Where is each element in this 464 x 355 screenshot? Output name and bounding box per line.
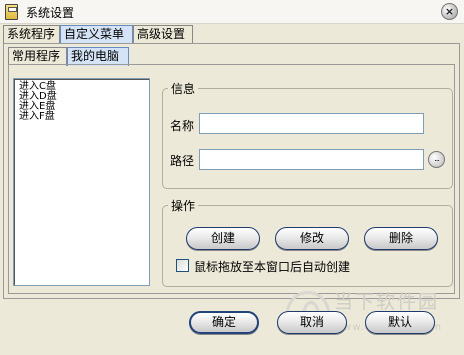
- delete-button[interactable]: 删除: [364, 227, 438, 250]
- auto-create-label: 鼠标拖放至本窗口后自动创建: [194, 260, 351, 274]
- browse-button[interactable]: ...: [428, 151, 445, 168]
- name-label: 名称: [170, 119, 195, 133]
- tab-system-programs[interactable]: 系统程序: [3, 25, 60, 44]
- list-item[interactable]: 进入F盘: [19, 112, 144, 122]
- path-label: 路径: [170, 154, 195, 168]
- close-button[interactable]: ×: [441, 3, 458, 20]
- window-title: 系统设置: [26, 6, 75, 20]
- default-button[interactable]: 默认: [365, 311, 435, 334]
- auto-create-checkbox[interactable]: [176, 259, 189, 272]
- title-bar: 系统设置 ×: [0, 0, 464, 24]
- watermark-text: 当下软件园: [334, 291, 440, 313]
- ok-button[interactable]: 确定: [189, 311, 259, 334]
- path-field[interactable]: [199, 149, 424, 170]
- modify-button[interactable]: 修改: [275, 227, 349, 250]
- tab-custom-menu[interactable]: 自定义菜单: [60, 25, 133, 44]
- cancel-button[interactable]: 取消: [277, 311, 347, 334]
- app-icon: [5, 4, 18, 20]
- tab-advanced-settings[interactable]: 高级设置: [133, 25, 193, 44]
- info-group-title: 信息: [168, 80, 199, 97]
- create-button[interactable]: 创建: [186, 227, 260, 250]
- menu-item-list[interactable]: 进入C盘 进入D盘 进入E盘 进入F盘: [13, 78, 150, 286]
- name-field[interactable]: [199, 113, 424, 134]
- ops-group-title: 操作: [168, 197, 199, 214]
- info-group: 信息: [162, 80, 453, 189]
